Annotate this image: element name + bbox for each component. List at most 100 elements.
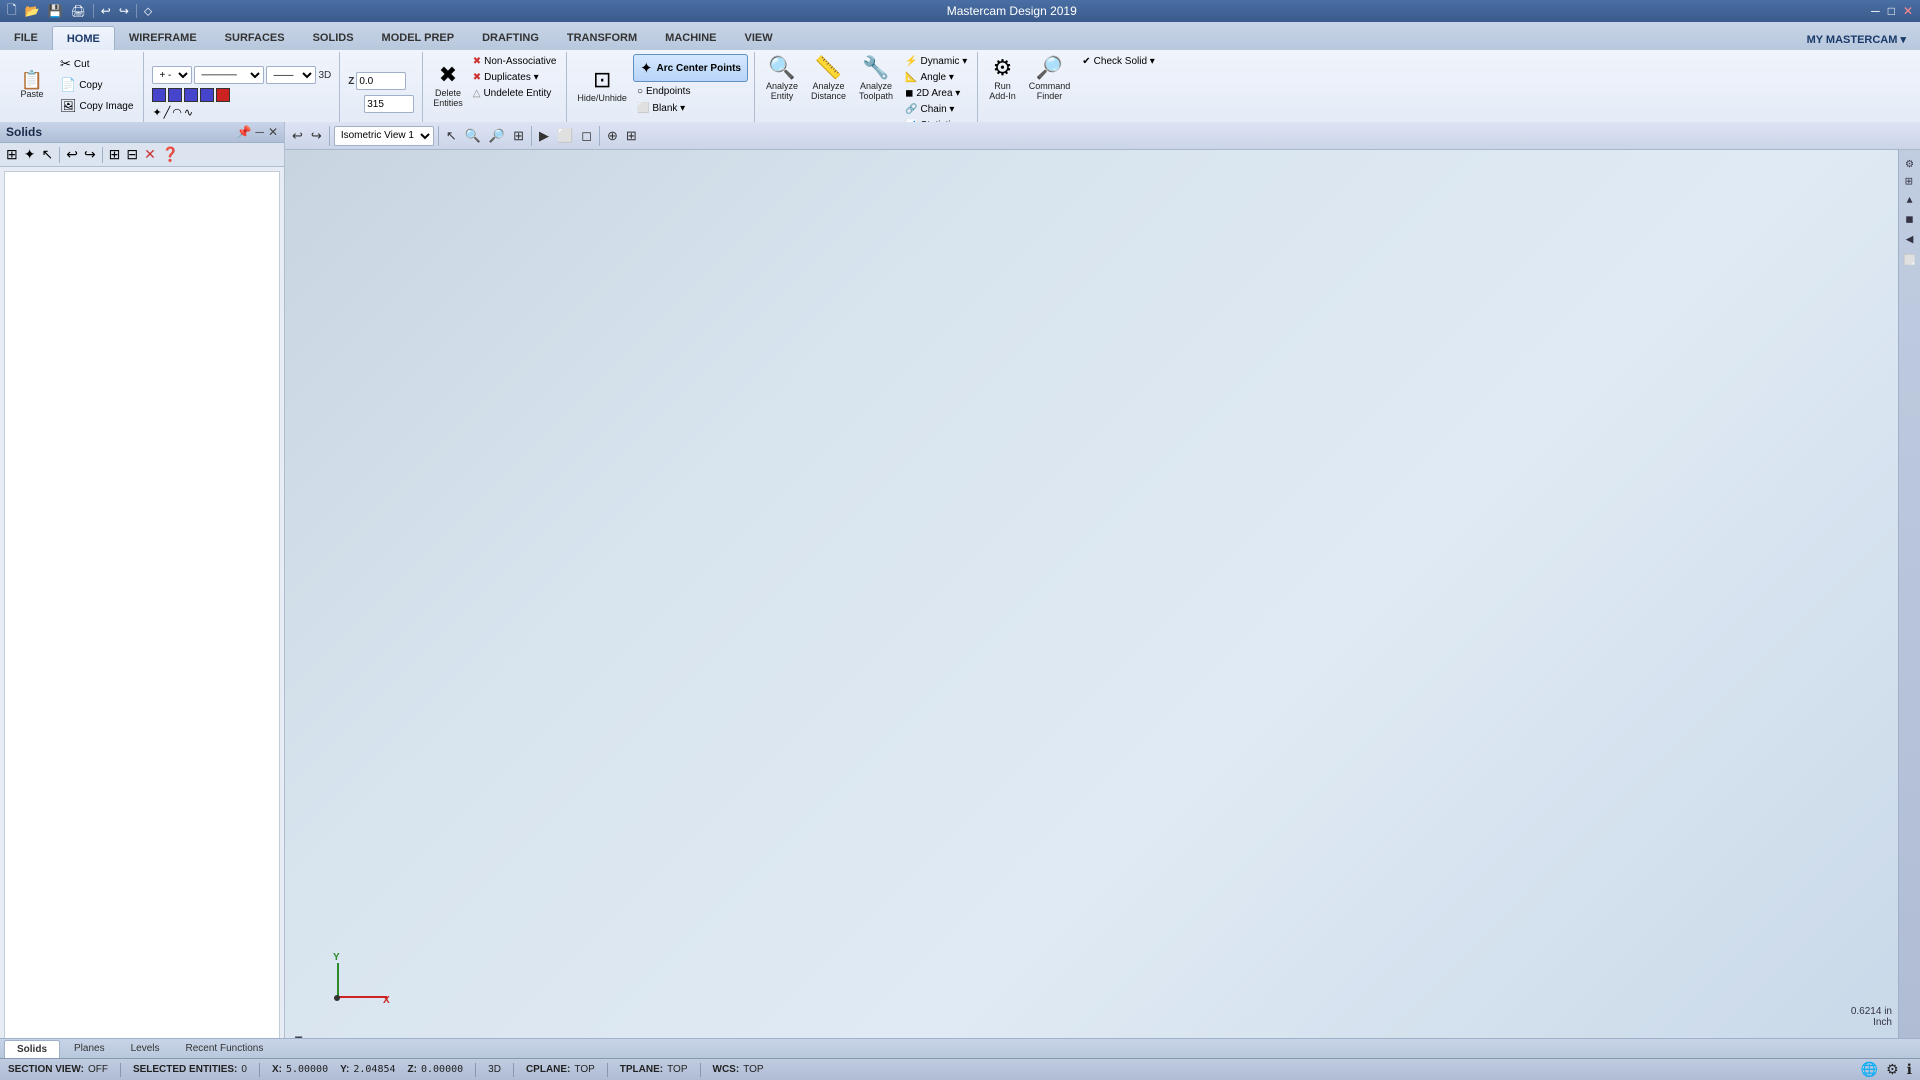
viewport[interactable]: Y X Top 0.6214 in Inch: [285, 150, 1920, 1058]
toolbar-shading[interactable]: ⬜: [554, 126, 576, 146]
panel-tool-redo[interactable]: ↪: [82, 145, 98, 164]
panel-tool-cancel[interactable]: ✕: [142, 145, 158, 164]
tab-view[interactable]: VIEW: [731, 26, 787, 50]
my-mastercam-btn[interactable]: MY MASTERCAM ▾: [1793, 29, 1920, 50]
right-panel-btn-4[interactable]: ◼: [1903, 211, 1916, 228]
tab-model-prep[interactable]: MODEL PREP: [368, 26, 469, 50]
color-swatch-5[interactable]: [216, 88, 230, 102]
toolbar-zoom-in[interactable]: 🔍: [462, 126, 484, 146]
line-width-select[interactable]: ——: [266, 66, 316, 84]
chain-button[interactable]: 🔗 Chain ▾: [901, 102, 971, 117]
close-btn[interactable]: ✕: [1900, 4, 1916, 18]
2d-area-button[interactable]: ◼ 2D Area ▾: [901, 86, 971, 101]
panel-tool-cursor[interactable]: ↖: [39, 145, 55, 164]
toolbar-wireframe[interactable]: ◻: [578, 126, 595, 146]
paste-button[interactable]: 📋 Paste: [10, 54, 54, 116]
qat-open[interactable]: 📂: [22, 4, 43, 18]
qat-new[interactable]: 🗋: [4, 1, 20, 22]
second-input-row: [348, 95, 414, 113]
tab-transform[interactable]: TRANSFORM: [553, 26, 651, 50]
panel-tool-expand[interactable]: ⊞: [107, 145, 123, 164]
analyze-distance-button[interactable]: 📏 AnalyzeDistance: [806, 54, 851, 104]
copy-button[interactable]: 📄 Copy: [56, 75, 137, 95]
panel-close-btn[interactable]: ✕: [268, 125, 278, 139]
status-sep-3: [475, 1063, 476, 1077]
x-coord-value: 5.00000: [286, 1064, 328, 1075]
second-input[interactable]: [364, 95, 414, 113]
panel-tool-select[interactable]: ⊞: [4, 145, 20, 164]
duplicates-label: Duplicates ▾: [484, 72, 539, 83]
tab-recent-functions[interactable]: Recent Functions: [174, 1040, 276, 1058]
undelete-button[interactable]: △ Undelete Entity: [469, 86, 561, 101]
panel-collapse-btn[interactable]: ─: [255, 125, 264, 139]
color-swatch-4[interactable]: [200, 88, 214, 102]
tab-solids[interactable]: Solids: [4, 1040, 60, 1058]
tab-levels[interactable]: Levels: [119, 1040, 172, 1058]
angle-button[interactable]: 📐 Angle ▾: [901, 70, 971, 85]
panel-tool-add[interactable]: ✦: [22, 145, 38, 164]
toolbar-render[interactable]: ▶: [536, 126, 552, 146]
tab-file[interactable]: FILE: [0, 26, 52, 50]
qat-undo[interactable]: ↩: [98, 4, 114, 18]
minimize-btn[interactable]: ─: [1868, 4, 1883, 18]
dynamic-button[interactable]: ⚡ Dynamic ▾: [901, 54, 971, 69]
toolbar-zoom-out[interactable]: 🔎: [486, 126, 508, 146]
qat-save[interactable]: 💾: [45, 4, 66, 18]
settings-icon[interactable]: ⚙: [1886, 1061, 1899, 1078]
panel-tool-contract[interactable]: ⊟: [124, 145, 140, 164]
endpoints-button[interactable]: ○ Endpoints: [633, 84, 748, 99]
tab-drafting[interactable]: DRAFTING: [468, 26, 553, 50]
tab-home[interactable]: HOME: [52, 26, 115, 50]
right-panel-btn-2[interactable]: ⊞: [1903, 174, 1916, 188]
tab-planes[interactable]: Planes: [62, 1040, 117, 1058]
check-solid-button[interactable]: ✔ Check Solid ▾: [1078, 54, 1159, 69]
tab-surfaces[interactable]: SURFACES: [211, 26, 299, 50]
analyze-toolpath-icon: 🔧: [862, 57, 889, 79]
x-coord-label: X:: [272, 1064, 282, 1075]
qat-misc[interactable]: ⬦: [141, 4, 155, 19]
qat-redo[interactable]: ↪: [116, 4, 132, 18]
tab-machine[interactable]: MACHINE: [651, 26, 730, 50]
run-add-in-button[interactable]: ⚙ RunAdd-In: [984, 54, 1021, 104]
delete-entities-button[interactable]: ✖ DeleteEntities: [429, 54, 467, 116]
line-style-select[interactable]: ─────: [194, 66, 264, 84]
z-input[interactable]: [356, 72, 406, 90]
toolbar-snap[interactable]: ⊕: [604, 126, 621, 146]
color-swatch-1[interactable]: [152, 88, 166, 102]
cut-button[interactable]: ✂ Cut: [56, 54, 137, 74]
mode-3d-label: 3D: [318, 70, 331, 81]
panel-tool-undo[interactable]: ↩: [64, 145, 80, 164]
color-swatch-2[interactable]: [168, 88, 182, 102]
toolbar-select[interactable]: ↖: [443, 126, 460, 146]
panel-tool-help[interactable]: ❓: [160, 145, 181, 164]
endpoints-label: Endpoints: [646, 86, 690, 97]
right-panel-btn-3[interactable]: ▼: [1903, 191, 1916, 208]
duplicates-button[interactable]: ✖ Duplicates ▾: [469, 70, 561, 85]
toolbar-undo[interactable]: ↩: [289, 126, 306, 146]
toolbar-grid[interactable]: ⊞: [623, 126, 640, 146]
maximize-btn[interactable]: □: [1885, 4, 1898, 18]
tab-wireframe[interactable]: WIREFRAME: [115, 26, 211, 50]
command-finder-button[interactable]: 🔎 CommandFinder: [1024, 54, 1076, 104]
color-swatch-3[interactable]: [184, 88, 198, 102]
right-panel-btn-1[interactable]: ⚙: [1903, 154, 1916, 171]
analyze-entity-button[interactable]: 🔍 AnalyzeEntity: [761, 54, 803, 104]
arc-center-points-button[interactable]: ✦ Arc Center Points: [633, 54, 748, 82]
toolbar-redo[interactable]: ↪: [308, 126, 325, 146]
right-panel-btn-6[interactable]: ⬜: [1903, 251, 1916, 269]
plus-minus-select[interactable]: + -: [152, 66, 192, 84]
globe-icon[interactable]: 🌐: [1861, 1061, 1878, 1078]
tab-solids[interactable]: SOLIDS: [299, 26, 368, 50]
non-associative-button[interactable]: ✖ Non-Associative: [469, 54, 561, 69]
attributes-row-1: + - ───── —— 3D: [152, 66, 331, 84]
toolbar-view-select[interactable]: Isometric View 1 Top: [334, 126, 434, 146]
copy-image-button[interactable]: 🖼 Copy Image: [56, 96, 137, 116]
analyze-toolpath-button[interactable]: 🔧 AnalyzeToolpath: [854, 54, 898, 104]
qat-print[interactable]: 🖨: [68, 4, 89, 18]
right-panel-btn-5[interactable]: ▶: [1903, 231, 1916, 248]
hide-unhide-button[interactable]: ⊡ Hide/Unhide: [573, 54, 631, 116]
panel-pin-btn[interactable]: 📌: [236, 125, 251, 139]
info-icon[interactable]: ℹ: [1907, 1061, 1912, 1078]
blank-button[interactable]: ⬜ Blank ▾: [633, 101, 748, 116]
toolbar-fit[interactable]: ⊞: [510, 126, 527, 146]
